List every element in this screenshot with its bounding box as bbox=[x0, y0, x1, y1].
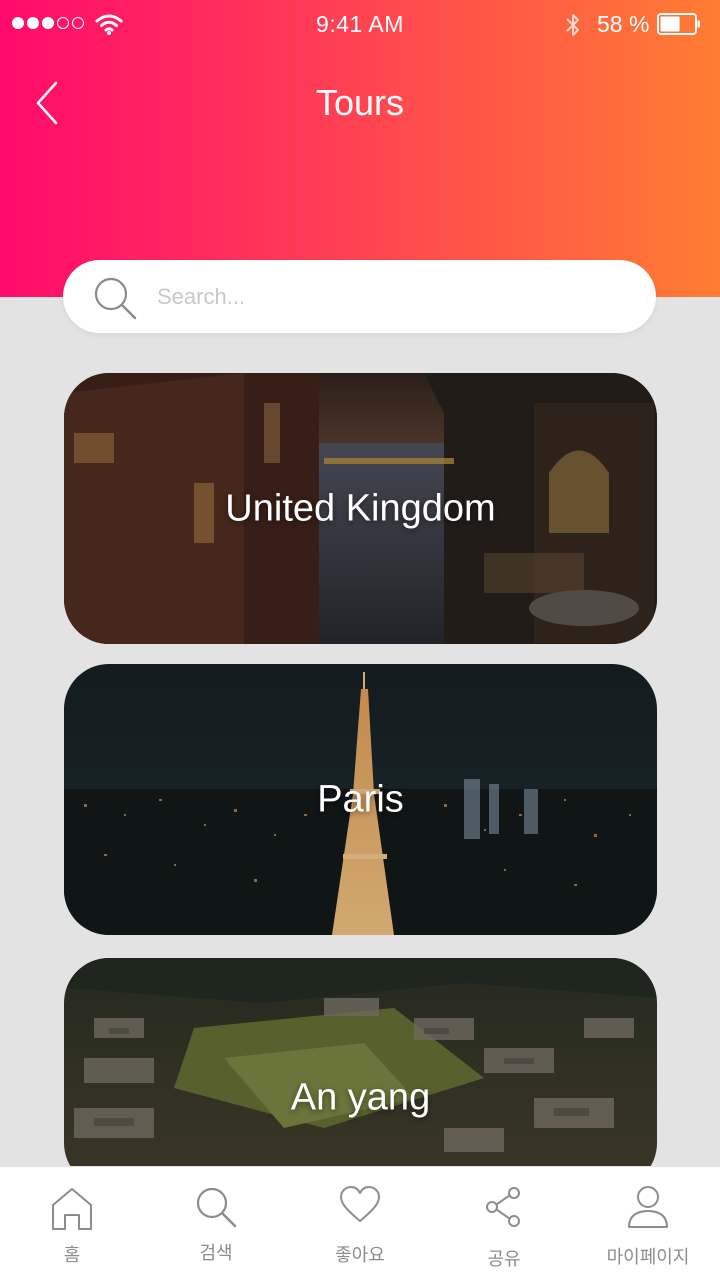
header: 9:41 AM 58 % Tours bbox=[0, 0, 720, 297]
bluetooth-icon bbox=[566, 14, 579, 36]
tour-card-image bbox=[64, 958, 657, 1188]
heart-icon bbox=[340, 1186, 380, 1222]
status-bar: 9:41 AM 58 % bbox=[0, 0, 720, 50]
tour-card-label: Paris bbox=[317, 778, 404, 820]
tab-search[interactable]: 검색 bbox=[144, 1167, 288, 1280]
tour-card-united-kingdom[interactable]: United Kingdom bbox=[64, 373, 657, 644]
search-bar[interactable] bbox=[63, 260, 656, 333]
home-icon bbox=[52, 1188, 92, 1230]
page-title: Tours bbox=[315, 82, 405, 123]
battery-icon bbox=[657, 13, 700, 35]
tour-card-an-yang[interactable]: An yang bbox=[64, 958, 657, 1188]
search-input[interactable] bbox=[157, 276, 627, 318]
tab-home[interactable]: 홈 bbox=[0, 1167, 144, 1280]
search-icon bbox=[94, 277, 137, 320]
tab-label: 홈 bbox=[63, 1245, 81, 1266]
user-icon bbox=[628, 1186, 668, 1228]
tab-label: 공유 bbox=[487, 1249, 521, 1270]
tour-card-label: An yang bbox=[290, 1076, 431, 1119]
tab-label: 마이페이지 bbox=[606, 1247, 690, 1268]
share-icon bbox=[486, 1187, 520, 1227]
tab-my-page[interactable]: 마이페이지 bbox=[576, 1167, 720, 1280]
tab-label: 검색 bbox=[199, 1243, 233, 1264]
search-icon bbox=[196, 1187, 237, 1228]
tour-card-paris[interactable]: Paris bbox=[64, 664, 657, 935]
tab-label: 좋아요 bbox=[335, 1245, 385, 1266]
tab-like[interactable]: 좋아요 bbox=[288, 1167, 432, 1280]
tab-share[interactable]: 공유 bbox=[432, 1167, 576, 1280]
bottom-tab-bar: 홈 검색 좋아요 공유 마이페이지 bbox=[0, 1166, 720, 1280]
tour-card-label: United Kingdom bbox=[225, 487, 496, 529]
battery-percent: 58 % bbox=[597, 11, 650, 37]
